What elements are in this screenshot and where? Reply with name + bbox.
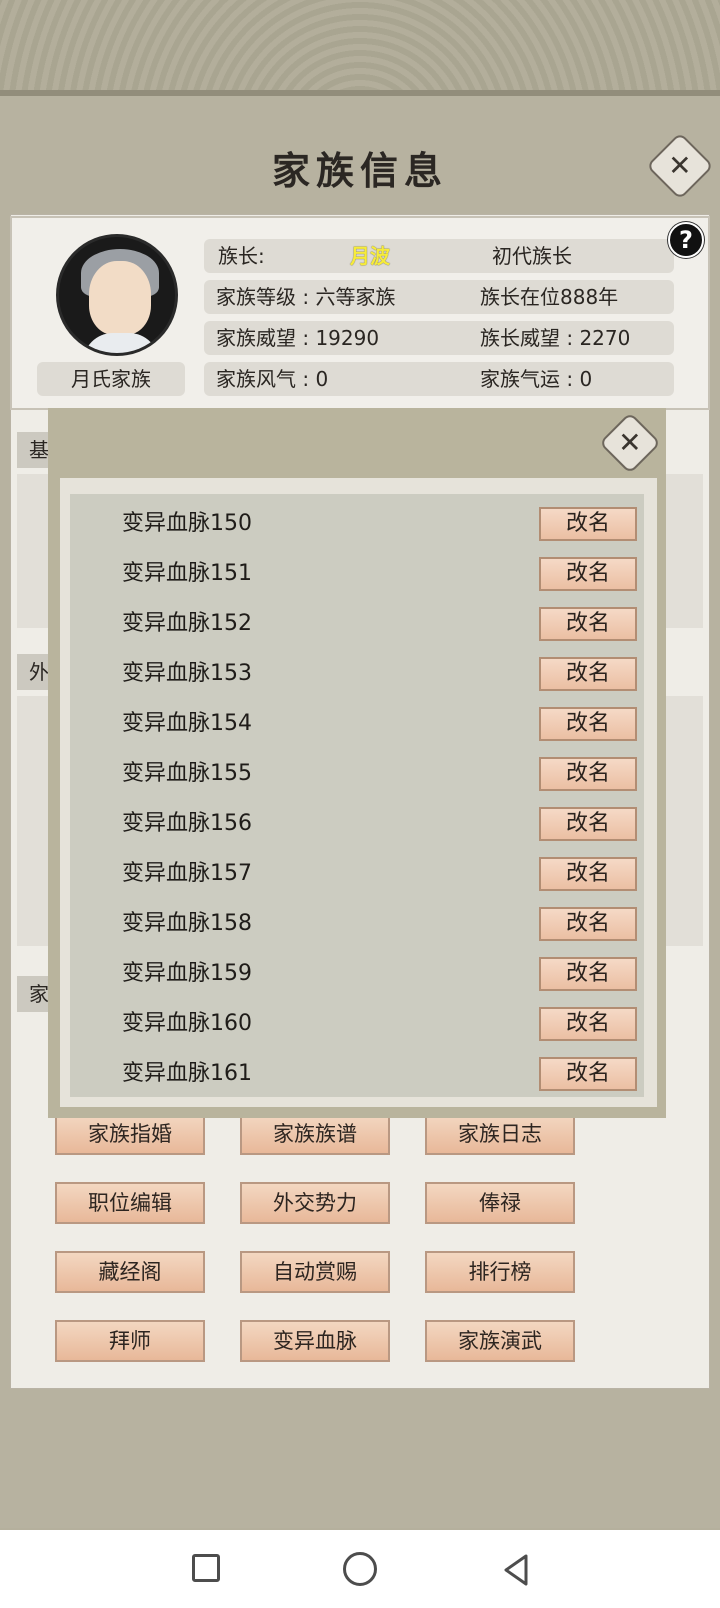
bloodline-name: 变异血脉154	[122, 711, 252, 736]
list-item: 变异血脉153 改名	[70, 649, 644, 699]
clan-level: 家族等级 : 六等家族	[216, 285, 396, 309]
rename-button[interactable]: 改名	[539, 807, 637, 841]
bloodline-name: 变异血脉153	[122, 661, 252, 686]
rename-button[interactable]: 改名	[539, 1007, 637, 1041]
rename-button[interactable]: 改名	[539, 707, 637, 741]
btn-scripture-pavilion[interactable]: 藏经阁	[55, 1251, 205, 1293]
list-item: 变异血脉156 改名	[70, 799, 644, 849]
btn-clan-genealogy[interactable]: 家族族谱	[240, 1113, 390, 1155]
page-title: 家族信息	[271, 148, 448, 193]
btn-ranking[interactable]: 排行榜	[425, 1251, 575, 1293]
level-row: 家族等级 : 六等家族 族长在位888年	[204, 280, 674, 314]
bloodline-name: 变异血脉161	[122, 1061, 252, 1086]
back-icon[interactable]	[496, 1550, 536, 1590]
btn-diplomacy[interactable]: 外交势力	[240, 1182, 390, 1224]
bloodline-name: 变异血脉155	[122, 761, 252, 786]
fengqi-row: 家族风气 : 0 家族气运 : 0	[204, 362, 674, 396]
bloodline-name: 变异血脉159	[122, 961, 252, 986]
section-label-foreign: 外	[17, 654, 51, 690]
rename-button[interactable]: 改名	[539, 557, 637, 591]
bloodline-name: 变异血脉152	[122, 611, 252, 636]
list-item: 变异血脉159 改名	[70, 949, 644, 999]
rename-button[interactable]: 改名	[539, 507, 637, 541]
avatar-body	[83, 333, 159, 353]
btn-mutant-bloodline[interactable]: 变异血脉	[240, 1320, 390, 1362]
btn-salary[interactable]: 俸禄	[425, 1182, 575, 1224]
btn-clan-log[interactable]: 家族日志	[425, 1113, 575, 1155]
clan-name: 月氏家族	[37, 362, 185, 396]
leader-name: 月波	[350, 244, 390, 268]
home-icon[interactable]	[343, 1552, 377, 1586]
list-item: 变异血脉152 改名	[70, 599, 644, 649]
list-item: 变异血脉160 改名	[70, 999, 644, 1049]
bloodline-name: 变异血脉157	[122, 861, 252, 886]
leader-tenure: 族长在位888年	[480, 285, 619, 309]
rename-button[interactable]: 改名	[539, 607, 637, 641]
recent-apps-icon[interactable]	[192, 1554, 220, 1582]
list-item: 变异血脉154 改名	[70, 699, 644, 749]
list-item: 变异血脉157 改名	[70, 849, 644, 899]
bloodline-name: 变异血脉160	[122, 1011, 252, 1036]
bloodline-name: 变异血脉151	[122, 561, 252, 586]
btn-apprentice[interactable]: 拜师	[55, 1320, 205, 1362]
section-label-clan: 家	[17, 976, 51, 1012]
close-icon: ✕	[618, 426, 642, 459]
list-item: 变异血脉151 改名	[70, 549, 644, 599]
btn-auto-reward[interactable]: 自动赏赐	[240, 1251, 390, 1293]
leader-prestige: 族长威望 : 2270	[480, 326, 631, 350]
bloodline-name: 变异血脉156	[122, 811, 252, 836]
clan-prestige: 家族威望 : 19290	[216, 326, 380, 350]
help-button[interactable]: ?	[668, 222, 704, 258]
list-item: 变异血脉150 改名	[70, 499, 644, 549]
leader-avatar[interactable]	[56, 234, 178, 356]
rename-button[interactable]: 改名	[539, 757, 637, 791]
bloodline-name: 变异血脉158	[122, 911, 252, 936]
close-icon: ✕	[668, 149, 692, 182]
clan-fengqi: 家族风气 : 0	[216, 367, 329, 391]
leader-label: 族长:	[218, 244, 265, 268]
list-item: 变异血脉161 改名	[70, 1049, 644, 1099]
clan-fortune: 家族气运 : 0	[480, 367, 593, 391]
leader-row: 族长: 月波 初代族长	[204, 239, 674, 273]
list-item: 变异血脉158 改名	[70, 899, 644, 949]
bloodline-name: 变异血脉150	[122, 511, 252, 536]
btn-position-edit[interactable]: 职位编辑	[55, 1182, 205, 1224]
list-item: 变异血脉155 改名	[70, 749, 644, 799]
rename-button[interactable]: 改名	[539, 1057, 637, 1091]
rename-button[interactable]: 改名	[539, 957, 637, 991]
btn-clan-martial[interactable]: 家族演武	[425, 1320, 575, 1362]
section-label-basic: 基	[17, 432, 51, 468]
top-decorative-band	[0, 0, 720, 100]
leader-title: 初代族长	[492, 244, 572, 268]
rename-button[interactable]: 改名	[539, 857, 637, 891]
avatar-face	[89, 261, 151, 335]
prestige-row: 家族威望 : 19290 族长威望 : 2270	[204, 321, 674, 355]
rename-button[interactable]: 改名	[539, 657, 637, 691]
btn-clan-marriage[interactable]: 家族指婚	[55, 1113, 205, 1155]
rename-button[interactable]: 改名	[539, 907, 637, 941]
